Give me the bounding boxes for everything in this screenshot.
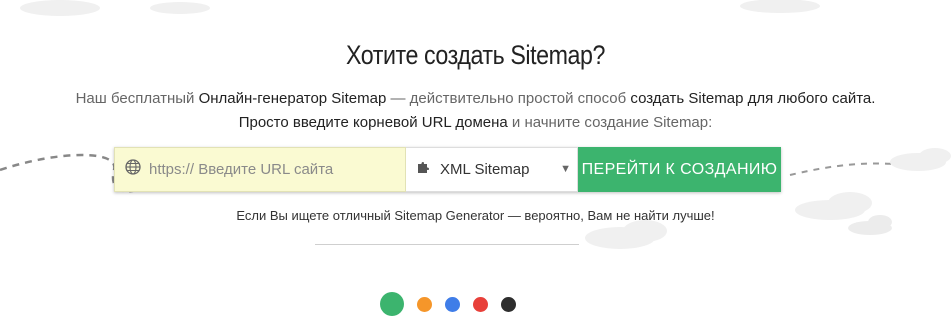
main-content: Хотите создать Sitemap? Наш бесплатный О… <box>0 0 951 336</box>
theme-dot-green[interactable] <box>380 292 404 316</box>
theme-dot-black[interactable] <box>501 297 516 312</box>
sitemap-type-value: XML Sitemap <box>440 161 530 178</box>
tagline: Если Вы ищете отличный Sitemap Generator… <box>236 208 715 223</box>
instruction-text: Просто введите корневой URL домена и нач… <box>238 114 713 131</box>
globe-icon <box>125 159 141 180</box>
create-sitemap-button[interactable]: ПЕРЕЙТИ К СОЗДАНИЮ <box>578 147 781 192</box>
divider <box>315 244 579 245</box>
page-title: Хотите создать Sitemap? <box>346 40 605 70</box>
theme-dot-orange[interactable] <box>417 297 432 312</box>
theme-color-selector <box>0 292 951 316</box>
theme-dot-blue[interactable] <box>445 297 460 312</box>
sitemap-type-select[interactable]: XML Sitemap ▼ <box>406 147 578 192</box>
generator-link[interactable]: Онлайн-генератор Sitemap <box>199 90 387 107</box>
url-field-wrapper[interactable] <box>114 147 406 192</box>
puzzle-icon <box>416 159 432 180</box>
chevron-down-icon: ▼ <box>560 163 571 175</box>
intro-text: Наш бесплатный Онлайн-генератор Sitemap … <box>75 90 876 107</box>
url-input[interactable] <box>147 160 401 179</box>
theme-dot-red[interactable] <box>473 297 488 312</box>
sitemap-form: XML Sitemap ▼ ПЕРЕЙТИ К СОЗДАНИЮ <box>114 147 781 192</box>
